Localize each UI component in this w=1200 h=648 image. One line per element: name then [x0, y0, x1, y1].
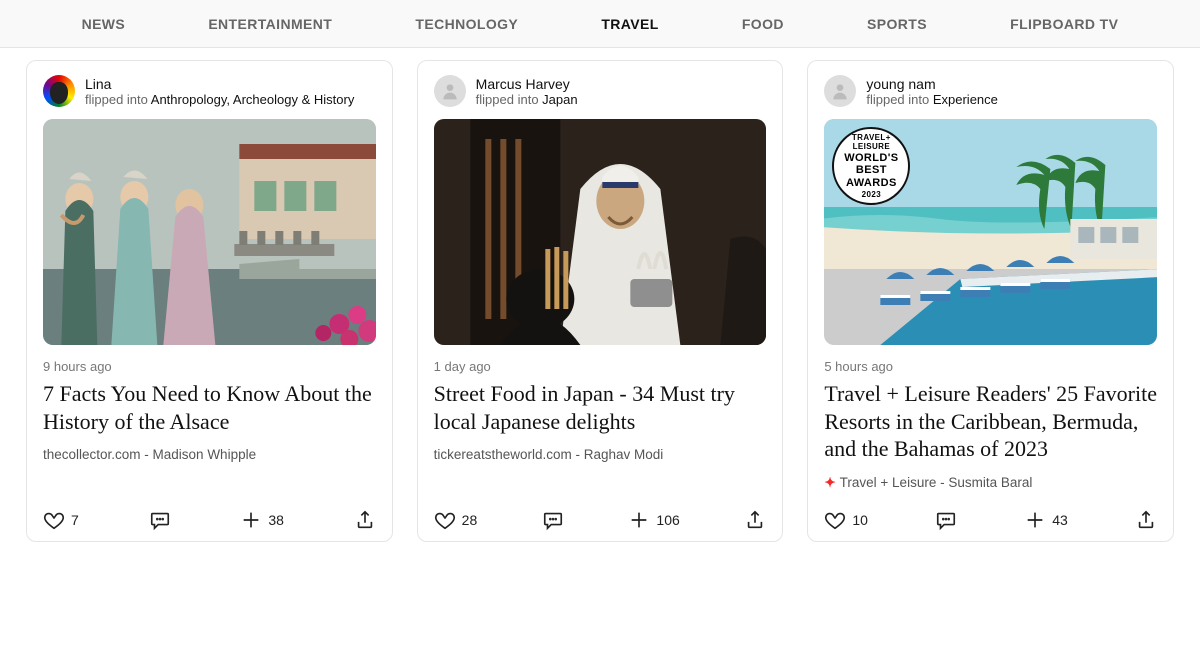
share-icon [1135, 509, 1157, 531]
category-nav: NEWS ENTERTAINMENT TECHNOLOGY TRAVEL FOO… [0, 0, 1200, 48]
comment-button[interactable] [935, 509, 957, 531]
comment-icon [935, 509, 957, 531]
flip-count: 106 [656, 512, 679, 528]
avatar[interactable] [43, 75, 75, 107]
article-title[interactable]: 7 Facts You Need to Know About the Histo… [43, 380, 376, 435]
flip-count: 38 [268, 512, 284, 528]
comment-button[interactable] [542, 509, 564, 531]
comment-icon [542, 509, 564, 531]
nav-item-technology[interactable]: TECHNOLOGY [415, 16, 518, 32]
flip-button[interactable]: 38 [240, 509, 284, 531]
like-count: 28 [462, 512, 478, 528]
article-image[interactable] [43, 119, 376, 345]
nav-item-news[interactable]: NEWS [82, 16, 126, 32]
bolt-icon: ✦ [824, 475, 835, 490]
like-button[interactable]: 10 [824, 509, 868, 531]
nav-item-entertainment[interactable]: ENTERTAINMENT [208, 16, 332, 32]
comment-icon [149, 509, 171, 531]
author-name[interactable]: young nam [866, 76, 998, 92]
share-button[interactable] [354, 509, 376, 531]
card-actions: 28 106 [434, 509, 767, 531]
magazine-name: Experience [933, 92, 998, 107]
card-actions: 7 38 [43, 509, 376, 531]
nav-item-food[interactable]: FOOD [742, 16, 784, 32]
card-grid: Lina flipped into Anthropology, Archeolo… [0, 48, 1200, 554]
flipped-into-line[interactable]: flipped into Experience [866, 92, 998, 107]
person-icon [440, 81, 460, 101]
plus-icon [240, 509, 262, 531]
article-card[interactable]: young nam flipped into Experience [807, 60, 1174, 542]
article-card[interactable]: Lina flipped into Anthropology, Archeolo… [26, 60, 393, 542]
nav-item-sports[interactable]: SPORTS [867, 16, 927, 32]
nav-item-flipboard-tv[interactable]: FLIPBOARD TV [1010, 16, 1118, 32]
award-badge: TRAVEL+ LEISURE WORLD'S BEST AWARDS 2023 [832, 127, 910, 205]
magazine-name: Anthropology, Archeology & History [151, 92, 355, 107]
timestamp: 9 hours ago [43, 359, 376, 374]
article-image[interactable] [434, 119, 767, 345]
nav-item-travel[interactable]: TRAVEL [601, 16, 658, 32]
like-count: 7 [71, 512, 79, 528]
person-icon [830, 81, 850, 101]
heart-icon [824, 509, 846, 531]
heart-icon [434, 509, 456, 531]
heart-icon [43, 509, 65, 531]
share-button[interactable] [744, 509, 766, 531]
share-icon [354, 509, 376, 531]
article-image[interactable]: TRAVEL+ LEISURE WORLD'S BEST AWARDS 2023 [824, 119, 1157, 345]
flipped-into-line[interactable]: flipped into Japan [476, 92, 578, 107]
flip-count: 43 [1052, 512, 1068, 528]
article-title[interactable]: Street Food in Japan - 34 Must try local… [434, 380, 767, 435]
article-title[interactable]: Travel + Leisure Readers' 25 Favorite Re… [824, 380, 1157, 463]
timestamp: 5 hours ago [824, 359, 1157, 374]
flipped-into-line[interactable]: flipped into Anthropology, Archeology & … [85, 92, 354, 107]
author-name[interactable]: Lina [85, 76, 354, 92]
share-button[interactable] [1135, 509, 1157, 531]
flip-button[interactable]: 43 [1024, 509, 1068, 531]
author-row[interactable]: Marcus Harvey flipped into Japan [434, 75, 767, 107]
article-byline: ✦Travel + Leisure - Susmita Baral [824, 475, 1157, 491]
plus-icon [628, 509, 650, 531]
author-row[interactable]: Lina flipped into Anthropology, Archeolo… [43, 75, 376, 107]
avatar[interactable] [824, 75, 856, 107]
article-byline: tickereatstheworld.com - Raghav Modi [434, 447, 767, 462]
like-button[interactable]: 7 [43, 509, 79, 531]
like-count: 10 [852, 512, 868, 528]
author-row[interactable]: young nam flipped into Experience [824, 75, 1157, 107]
magazine-name: Japan [542, 92, 577, 107]
author-name[interactable]: Marcus Harvey [476, 76, 578, 92]
avatar[interactable] [434, 75, 466, 107]
comment-button[interactable] [149, 509, 171, 531]
article-byline: thecollector.com - Madison Whipple [43, 447, 376, 462]
timestamp: 1 day ago [434, 359, 767, 374]
flip-button[interactable]: 106 [628, 509, 679, 531]
card-actions: 10 43 [824, 509, 1157, 531]
share-icon [744, 509, 766, 531]
plus-icon [1024, 509, 1046, 531]
article-card[interactable]: Marcus Harvey flipped into Japan [417, 60, 784, 542]
like-button[interactable]: 28 [434, 509, 478, 531]
